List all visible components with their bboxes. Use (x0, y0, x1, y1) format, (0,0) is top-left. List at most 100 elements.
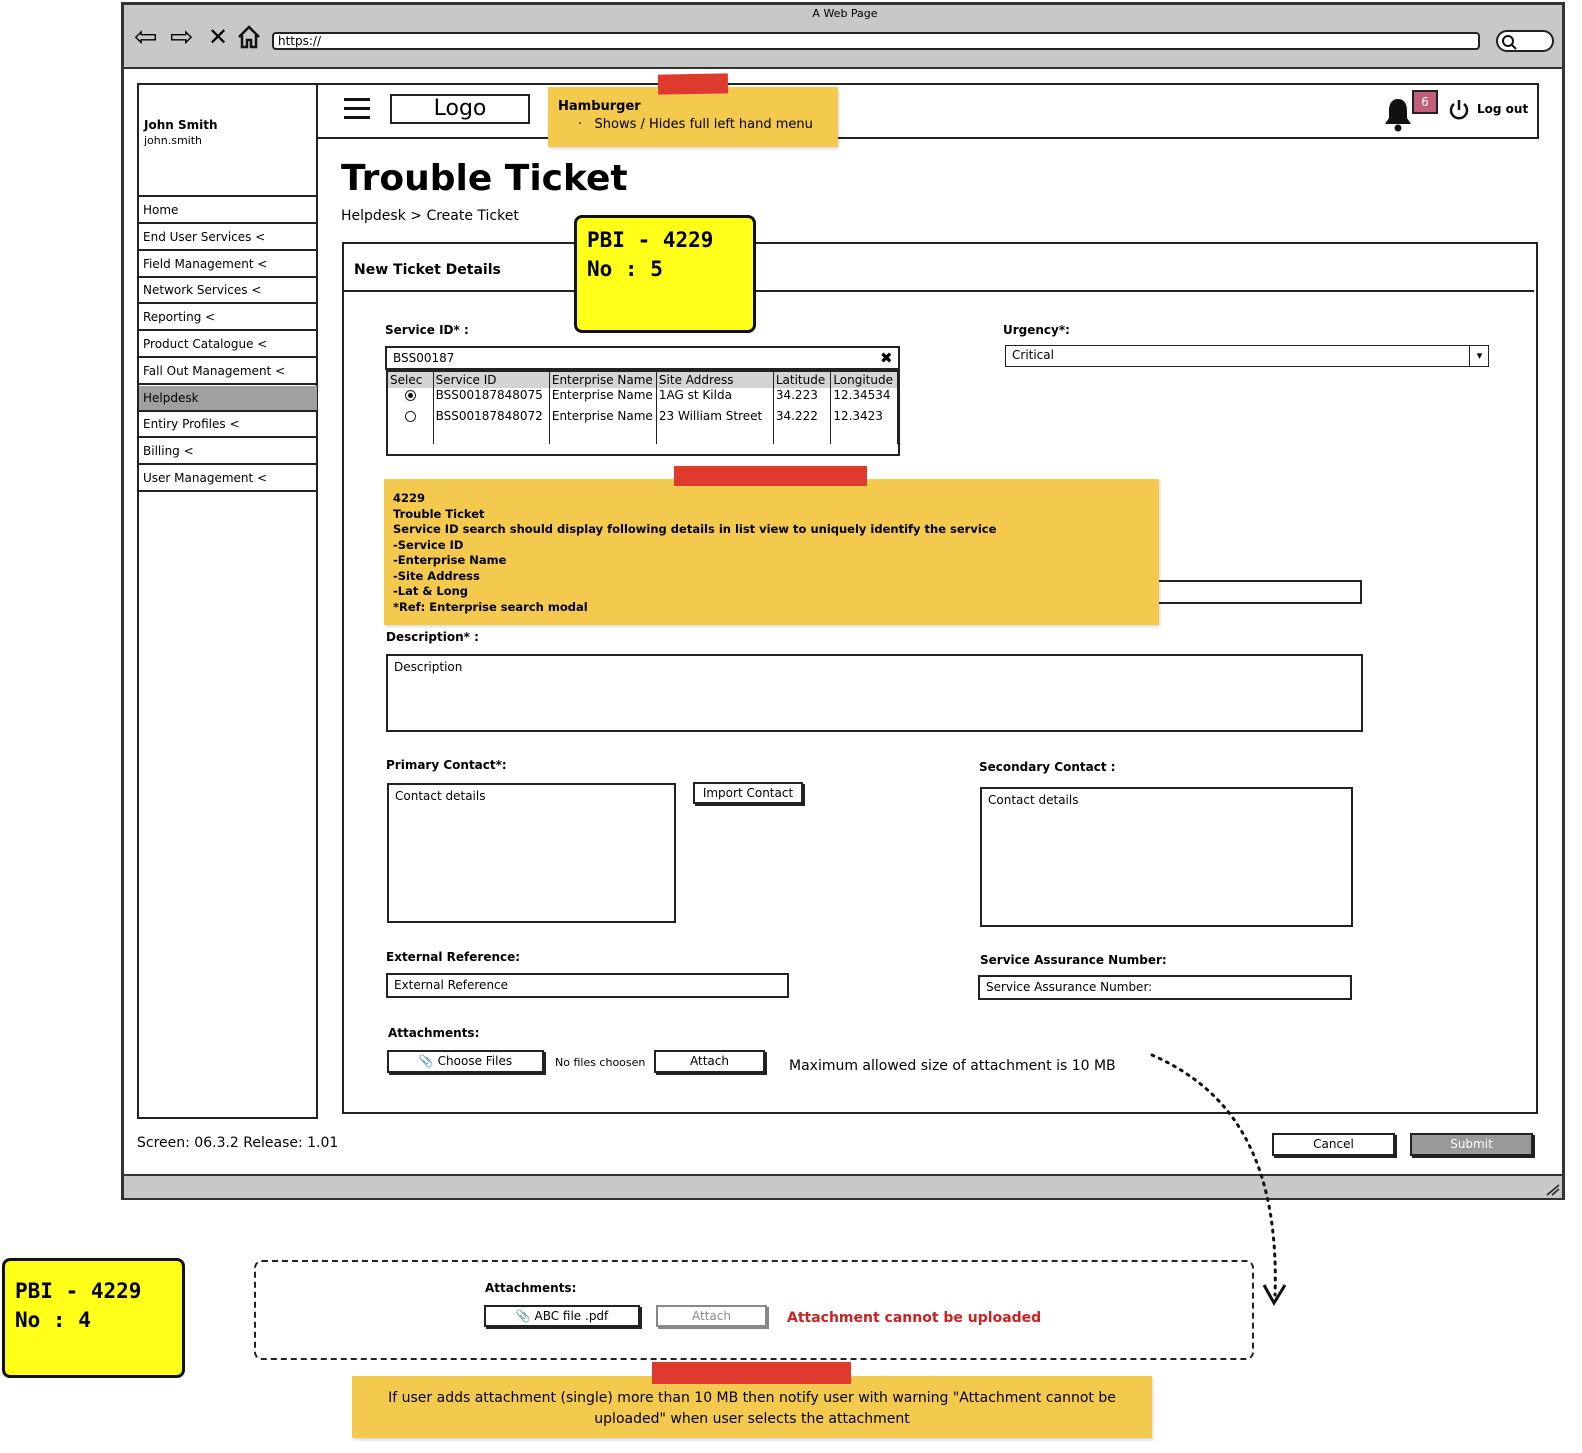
note-line: -Enterprise Name (393, 553, 507, 567)
table-cell: 34.222 (773, 409, 832, 430)
note-line: -Service ID (393, 537, 464, 552)
note-line: Service ID search should display followi… (393, 522, 997, 536)
sidebar-item[interactable]: Product Catalogue < (139, 332, 317, 358)
notification-badge: 6 (1412, 90, 1438, 114)
sidebar-item[interactable]: Field Management < (139, 252, 317, 278)
attachments-label: Attachments: (388, 1026, 480, 1040)
note-line: -Site Address (393, 568, 480, 583)
back-icon[interactable]: ⇦ (134, 22, 164, 52)
note-line: -Lat & Long (393, 584, 469, 598)
secondary-contact-label: Secondary Contact : (979, 760, 1116, 774)
panel-divider (344, 290, 1534, 292)
external-ref-label: External Reference: (386, 950, 521, 964)
service-id-input[interactable]: BSS00187 (385, 346, 900, 370)
table-row[interactable]: BSS00187848075 Enterprise Name 1AG st Kild… (388, 388, 898, 409)
panel-title: New Ticket Details (354, 262, 501, 278)
file-name: ABC file .pdf (534, 1309, 609, 1323)
forward-icon[interactable]: ⇨ (170, 22, 200, 52)
urgency-select[interactable]: Critical (1005, 345, 1489, 367)
logout-link[interactable]: Log out (1477, 102, 1528, 116)
sidebar-item[interactable]: Reporting < (139, 305, 317, 332)
column-header: Longitude (830, 372, 898, 388)
hamburger-note-text: · Shows / Hides full left hand menu (578, 117, 813, 132)
description-label: Description* : (386, 630, 479, 644)
column-header: Service ID (433, 372, 550, 388)
pbi-sticky-bottom: PBI - 4229 No : 4 (2, 1258, 185, 1378)
note-line: 4229 (393, 491, 426, 505)
error-attachments-label: Attachments: (485, 1281, 577, 1295)
description-textarea[interactable]: Description (386, 654, 1363, 732)
pbi-top-line2: No : 5 (587, 257, 663, 281)
file-chip[interactable]: 📎 ABC file .pdf (484, 1305, 640, 1327)
service-id-label: Service ID* : (385, 323, 469, 337)
table-cell: BSS00187848072 (433, 409, 550, 430)
secondary-contact-textarea[interactable]: Contact details (980, 787, 1353, 927)
screen-info: Screen: 06.3.2 Release: 1.01 (137, 1135, 339, 1151)
sidebar-item[interactable]: End User Services < (139, 225, 317, 251)
resize-grip-icon[interactable] (1544, 1181, 1560, 1196)
column-header: Enterprise Name (549, 372, 657, 388)
page-title: Trouble Ticket (341, 158, 628, 199)
row-radio[interactable] (404, 390, 416, 401)
sidebar-divider (139, 195, 317, 197)
bell-icon[interactable] (1382, 96, 1414, 132)
pbi-bottom-line1: PBI - 4229 (15, 1279, 142, 1303)
chevron-down-icon[interactable]: ▾ (1469, 345, 1489, 367)
user-name: John Smith (144, 118, 218, 132)
table-cell: BSS00187848075 (433, 388, 550, 409)
table-row-empty (388, 430, 898, 444)
bottom-note: If user adds attachment (single) more th… (352, 1376, 1152, 1438)
import-contact-button[interactable]: Import Contact (693, 782, 803, 804)
external-ref-input[interactable]: External Reference (386, 973, 789, 998)
sidebar-item[interactable]: Home (139, 198, 317, 224)
row-radio[interactable] (404, 411, 416, 422)
tape (657, 73, 729, 95)
browser-search[interactable] (1496, 30, 1554, 52)
tape (652, 1362, 851, 1384)
stop-icon[interactable]: ✕ (208, 22, 232, 52)
sidebar-item[interactable]: Entiry Profiles < (139, 412, 317, 439)
power-icon[interactable] (1447, 98, 1471, 122)
sidebar-item[interactable]: Billing < (139, 439, 317, 466)
select-cell[interactable] (388, 409, 434, 430)
paperclip-icon: 📎 (418, 1054, 434, 1068)
tape (674, 466, 867, 486)
table-cell: 12.34534 (830, 388, 898, 409)
logo: Logo (390, 94, 530, 124)
note-line: *Ref: Enterprise search modal (393, 599, 588, 614)
sidebar-item[interactable]: Helpdesk (139, 385, 317, 412)
cancel-button[interactable]: Cancel (1272, 1133, 1395, 1156)
sidebar-item[interactable]: Network Services < (139, 278, 317, 305)
browser-statusbar (124, 1174, 1562, 1198)
table-cell: 23 William Street (656, 409, 774, 430)
column-header: Site Address (656, 372, 774, 388)
url-bar[interactable]: https:// (272, 32, 1480, 50)
no-files-text: No files choosen (555, 1056, 646, 1069)
select-cell[interactable] (388, 388, 434, 409)
sidebar-item[interactable]: Fall Out Management < (139, 359, 317, 385)
home-icon[interactable] (236, 24, 262, 50)
breadcrumb[interactable]: Helpdesk > Create Ticket (341, 208, 519, 224)
service-results: Selec Service ID Enterprise Name Site Addre… (386, 370, 900, 456)
pbi-top-line1: PBI - 4229 (587, 228, 714, 252)
choose-files-label: Choose Files (437, 1054, 513, 1068)
table-cell: 34.223 (773, 388, 832, 409)
hidden-input[interactable] (1155, 580, 1362, 604)
attach-button-disabled[interactable]: Attach (656, 1305, 767, 1327)
table-row[interactable]: BSS00187848072 Enterprise Name 23 William … (388, 409, 898, 430)
table-cell: Enterprise Name (549, 409, 657, 430)
hamburger-icon[interactable] (344, 98, 372, 126)
choose-files-button[interactable]: 📎 Choose Files (387, 1050, 544, 1073)
clear-icon[interactable]: ✖ (880, 349, 896, 367)
attach-button[interactable]: Attach (654, 1050, 765, 1073)
primary-contact-textarea[interactable]: Contact details (387, 783, 676, 923)
submit-button[interactable]: Submit (1410, 1133, 1533, 1156)
san-input[interactable]: Service Assurance Number: (978, 975, 1352, 1000)
search-icon (1502, 35, 1517, 50)
hamburger-note: Hamburger · Shows / Hides full left hand… (548, 87, 838, 147)
table-cell: Enterprise Name (549, 388, 657, 409)
sidebar-item[interactable]: User Management < (139, 466, 317, 492)
table-cell: 12.3423 (830, 409, 898, 430)
san-label: Service Assurance Number: (980, 953, 1167, 967)
user-login: john.smith (144, 134, 203, 147)
